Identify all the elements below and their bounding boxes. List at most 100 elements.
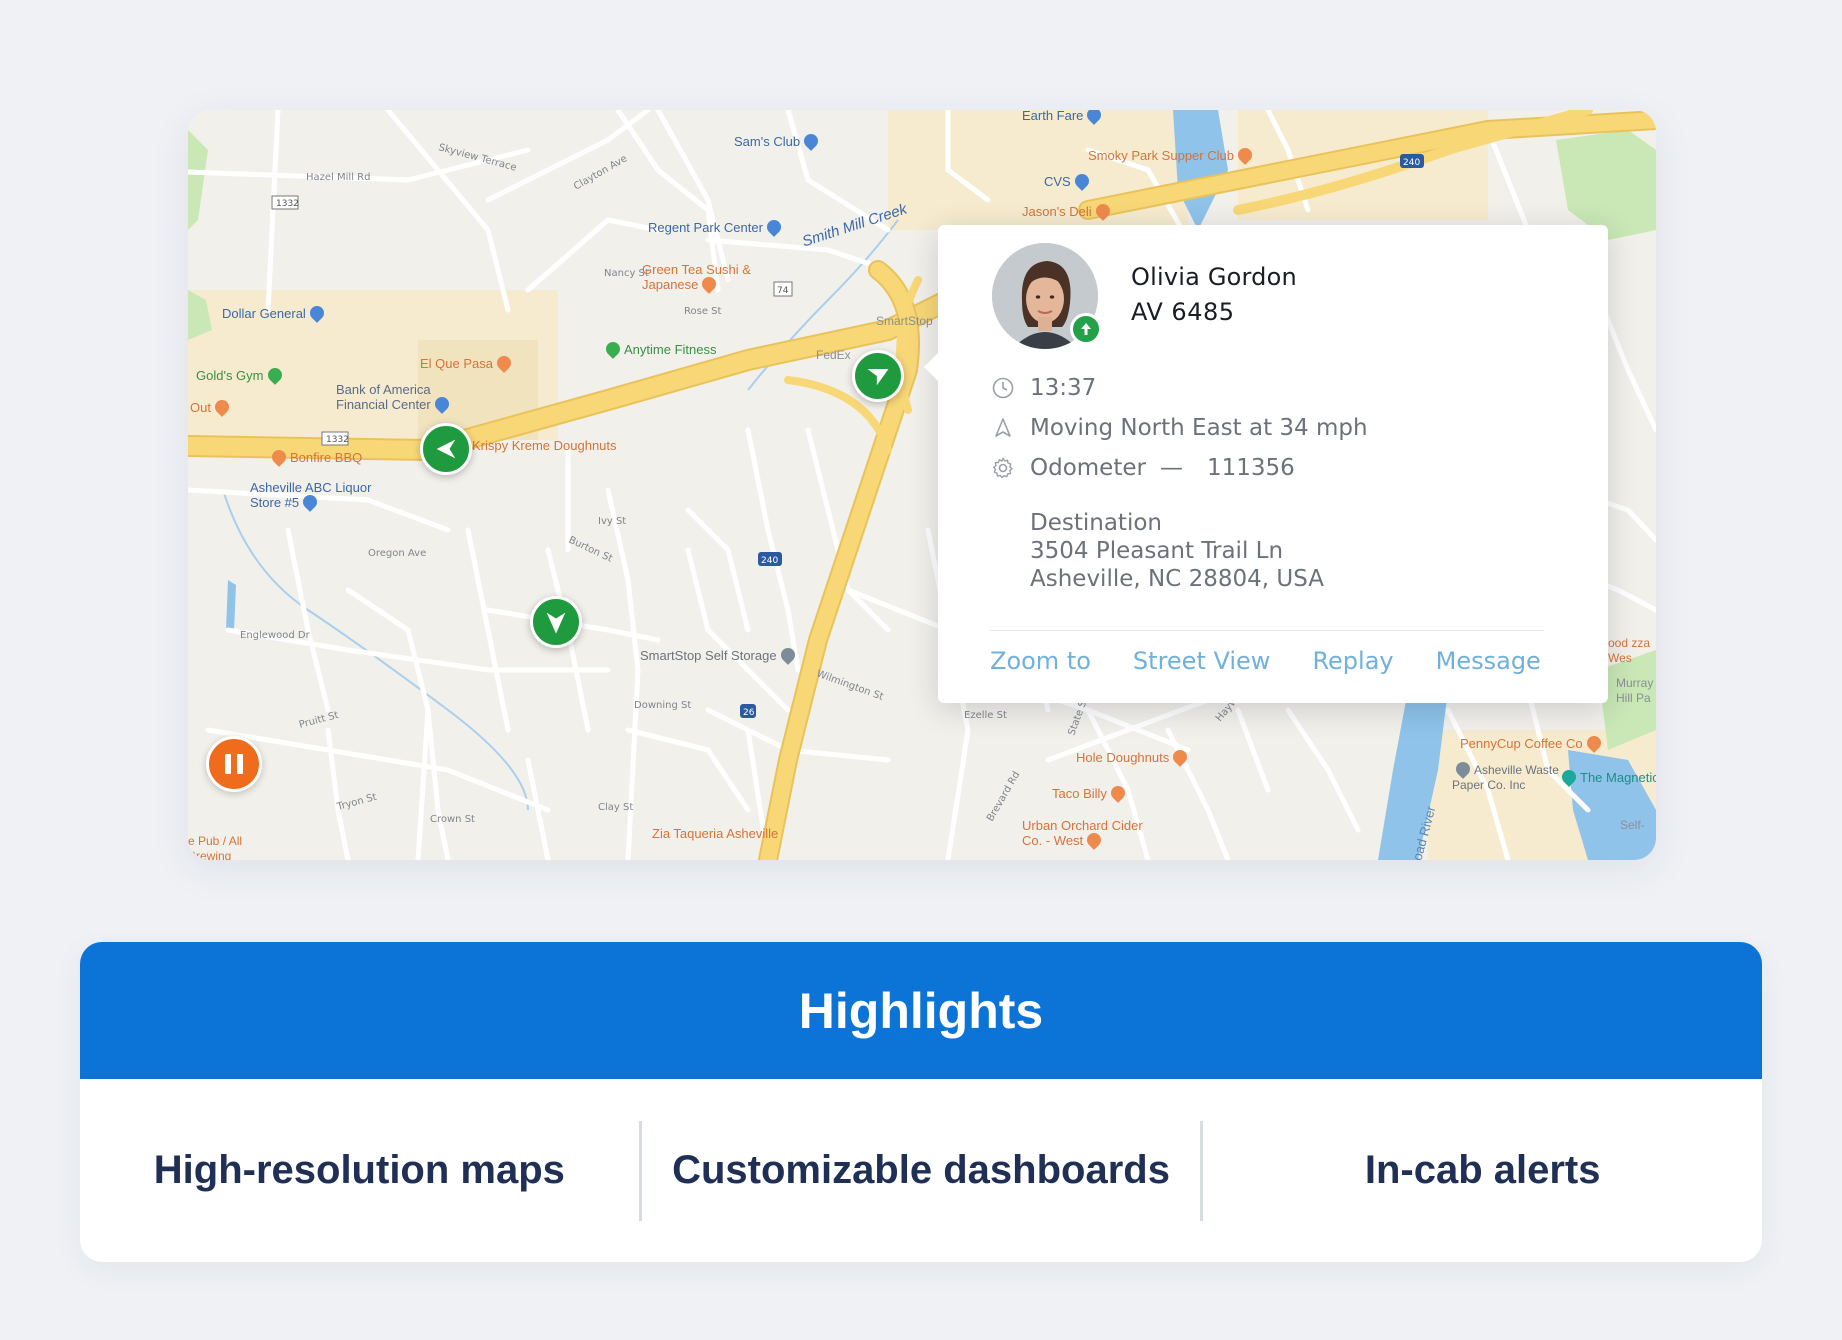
- street-label: Oregon Ave: [368, 548, 426, 559]
- poi-self[interactable]: Self-: [1620, 818, 1645, 833]
- poi-smartstop-storage[interactable]: SmartStop Self Storage: [640, 645, 799, 665]
- poi-bank-of-america[interactable]: Bank of America Financial Center: [336, 382, 476, 414]
- poi-fedex[interactable]: FedEx: [816, 348, 851, 363]
- poi-out[interactable]: Out: [190, 397, 233, 417]
- map-pin-icon: [269, 447, 289, 467]
- street-label: Englewood Dr: [240, 630, 311, 641]
- svg-text:240: 240: [761, 556, 778, 566]
- destination-address-line2: Asheville, NC 28804, USA: [1030, 566, 1324, 592]
- map-pin-icon: [1084, 830, 1105, 850]
- popup-actions: Zoom to Street View Replay Message: [990, 647, 1541, 675]
- svg-text:1332: 1332: [276, 199, 299, 209]
- odometer-separator: —: [1159, 455, 1183, 481]
- map-pin-icon: [1170, 747, 1191, 767]
- pause-icon: [237, 754, 243, 774]
- replay-link[interactable]: Replay: [1312, 647, 1393, 675]
- poi-the-magnetic[interactable]: The Magnetic: [1558, 767, 1656, 787]
- map-pin-icon: [1453, 759, 1473, 779]
- vehicle-marker[interactable]: [420, 423, 472, 475]
- poi-pizza-west[interactable]: ood zza Wes: [1608, 636, 1656, 666]
- street-label: Hazel Mill Rd: [306, 172, 370, 183]
- poi-sams-club[interactable]: Sam's Club: [734, 131, 822, 151]
- highlight-item-dashboards: Customizable dashboards: [672, 1148, 1170, 1192]
- vehicle-marker-selected[interactable]: [852, 350, 904, 402]
- map-pin-icon: [212, 397, 232, 417]
- clock-icon: [990, 375, 1016, 401]
- status-badge: [1070, 313, 1102, 345]
- poi-el-que-pasa[interactable]: El Que Pasa: [420, 353, 515, 373]
- popup-pointer: [924, 351, 940, 383]
- map-pin-icon: [1235, 145, 1255, 165]
- map-pin-icon: [264, 365, 285, 385]
- poi-smartstop[interactable]: SmartStop: [876, 314, 933, 329]
- poi-green-tea-sushi[interactable]: Green Tea Sushi & Japanese: [642, 262, 762, 294]
- odometer-row: Odometer — 111356: [990, 455, 1295, 481]
- map-pin-icon: [431, 394, 452, 414]
- highlight-item-alerts: In-cab alerts: [1364, 1148, 1601, 1192]
- message-link[interactable]: Message: [1436, 647, 1541, 675]
- map-pin-icon: [699, 274, 720, 294]
- poi-golds-gym[interactable]: Gold's Gym: [196, 365, 286, 385]
- map-pin-icon: [777, 645, 798, 665]
- time-value: 13:37: [1030, 375, 1097, 401]
- vehicle-id: AV 6485: [1131, 298, 1235, 326]
- map-pin-icon: [1092, 201, 1113, 221]
- poi-dollar-general[interactable]: Dollar General: [222, 303, 328, 323]
- street-view-link[interactable]: Street View: [1133, 647, 1271, 675]
- vehicle-info-popup: Olivia Gordon AV 6485 13:37 Moving North…: [924, 225, 1608, 703]
- poi-urban-orchard[interactable]: Urban Orchard Cider Co. - West: [1022, 818, 1162, 850]
- poi-murray-hill[interactable]: Murray Hill Pa: [1616, 676, 1656, 706]
- pause-button[interactable]: [206, 736, 262, 792]
- odometer-value: 111356: [1206, 455, 1295, 481]
- movement-text: Moving North East at 34 mph: [1030, 415, 1368, 441]
- popup-divider: [990, 630, 1544, 631]
- poi-hole-doughnuts[interactable]: Hole Doughnuts: [1076, 747, 1191, 767]
- street-label: Crown St: [430, 814, 475, 825]
- map-pin-icon: [1071, 171, 1092, 191]
- poi-taco-billy[interactable]: Taco Billy: [1052, 783, 1129, 803]
- highlights-title: Highlights: [798, 982, 1044, 1039]
- poi-jasons-deli[interactable]: Jason's Deli: [1022, 201, 1114, 221]
- navigation-arrow-icon: [867, 369, 889, 386]
- poi-bonfire-bbq[interactable]: Bonfire BBQ: [268, 447, 362, 467]
- movement-row: Moving North East at 34 mph: [990, 415, 1368, 441]
- map-pin-icon: [1108, 783, 1128, 803]
- live-map[interactable]: 1332 1332 74 240 240 26 Hazel Mill Rd Sk…: [188, 110, 1656, 860]
- poi-krispy-kreme[interactable]: Krispy Kreme Doughnuts: [472, 438, 617, 453]
- poi-pub-brewing[interactable]: e Pub / All Brewing: [188, 834, 278, 860]
- arrow-up-icon: [1081, 323, 1091, 335]
- map-pin-icon: [300, 492, 321, 512]
- svg-text:240: 240: [1403, 158, 1420, 168]
- street-label: Ivy St: [598, 516, 626, 527]
- poi-anytime-fitness[interactable]: Anytime Fitness: [602, 339, 716, 359]
- destination-label: Destination: [1030, 510, 1162, 536]
- poi-waste-paper[interactable]: Asheville Waste Paper Co. Inc: [1452, 759, 1572, 793]
- map-pin-icon: [1084, 110, 1105, 125]
- map-pin-icon: [1583, 733, 1604, 753]
- map-pin-icon: [801, 131, 821, 151]
- street-label: Clay St: [598, 802, 633, 813]
- map-pin-icon: [306, 303, 327, 323]
- map-pin-icon: [494, 353, 514, 373]
- svg-text:26: 26: [743, 708, 755, 718]
- poi-cvs[interactable]: CVS: [1044, 171, 1093, 191]
- poi-zia-taqueria[interactable]: Zia Taqueria Asheville: [652, 826, 778, 841]
- street-label: Downing St: [634, 700, 691, 711]
- map-pin-icon: [603, 339, 623, 359]
- gear-icon: [990, 455, 1016, 481]
- poi-regent-park[interactable]: Regent Park Center: [648, 217, 785, 237]
- zoom-to-link[interactable]: Zoom to: [990, 647, 1091, 675]
- highlights-list: High-resolution maps Customizable dashbo…: [80, 1079, 1762, 1262]
- map-pin-icon: [764, 217, 784, 237]
- svg-text:1332: 1332: [326, 435, 349, 445]
- poi-smoky-park[interactable]: Smoky Park Supper Club: [1088, 145, 1256, 165]
- time-row: 13:37: [990, 375, 1096, 401]
- driver-name: Olivia Gordon: [1131, 263, 1297, 291]
- vehicle-marker[interactable]: [530, 596, 582, 648]
- poi-abc-liquor[interactable]: Asheville ABC Liquor Store #5: [250, 480, 380, 512]
- poi-pennycup-coffee[interactable]: PennyCup Coffee Co: [1460, 733, 1605, 753]
- poi-earth-fare[interactable]: Earth Fare: [1022, 110, 1105, 125]
- navigation-arrow-icon: [546, 612, 566, 634]
- highlights-card: Highlights High-resolution maps Customiz…: [80, 942, 1762, 1262]
- highlight-item-maps: High-resolution maps: [153, 1148, 565, 1192]
